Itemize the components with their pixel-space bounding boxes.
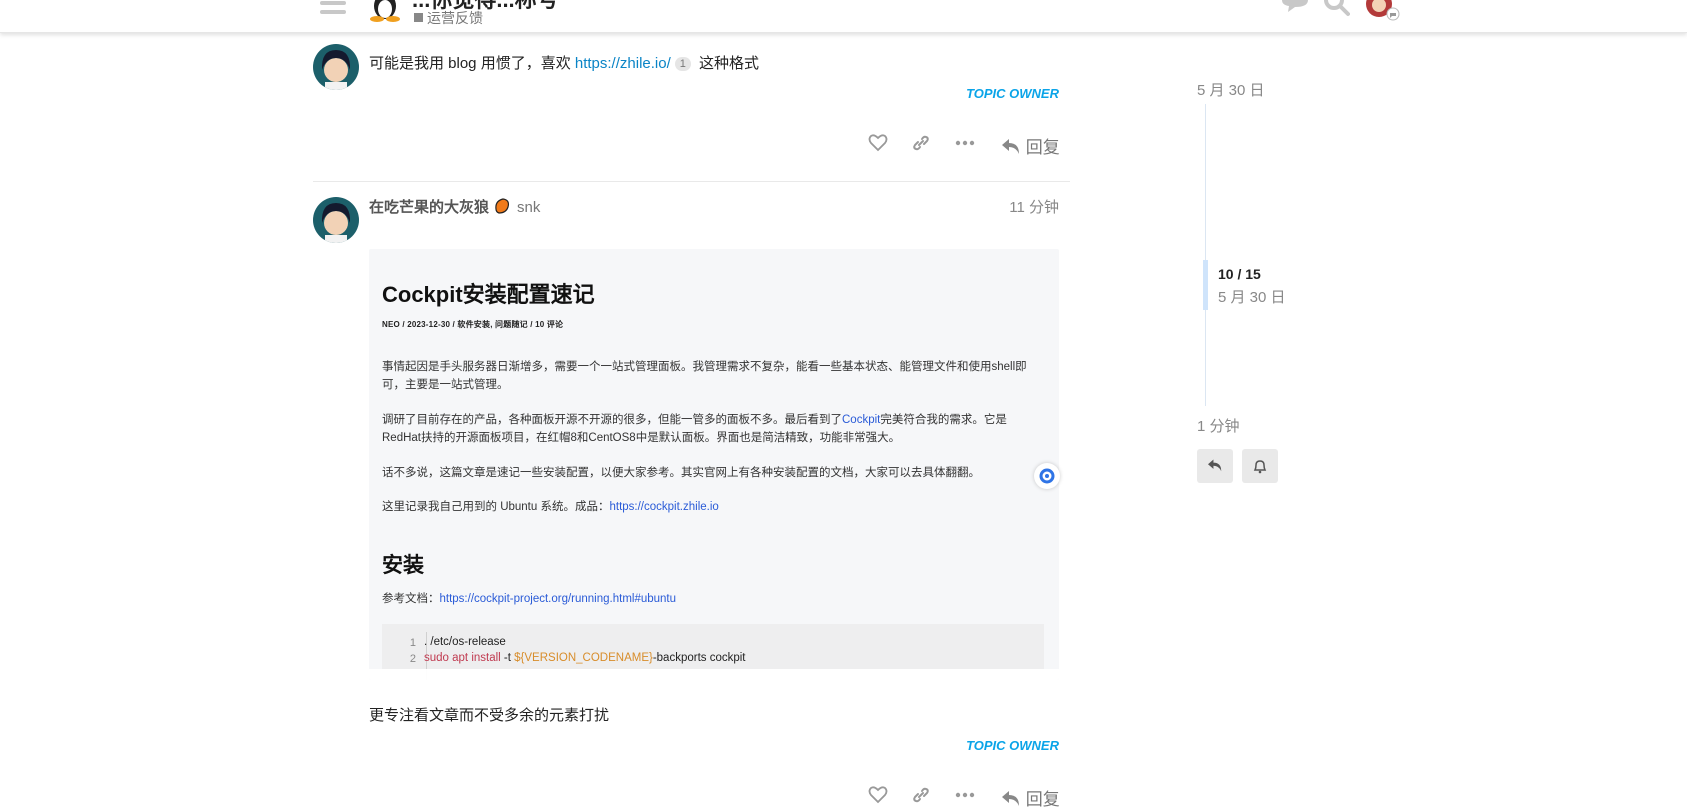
hamburger-icon[interactable] (320, 0, 346, 19)
user-title: snk (517, 199, 541, 216)
floating-widget-icon[interactable] (1034, 463, 1060, 489)
chat-icon[interactable] (1280, 0, 1310, 23)
reply-label: 回复 (1025, 790, 1060, 809)
post-actions: 回复 (868, 133, 1060, 159)
link-icon[interactable] (911, 785, 931, 810)
topic-owner-badge: TOPIC OWNER (966, 738, 1059, 753)
timeline-end-date[interactable]: 1 分钟 (1197, 415, 1240, 436)
post-text: 更专注看文章而不受多余的元素打扰 (369, 707, 610, 724)
timeline-position-date: 5 月 30 日 (1218, 289, 1286, 306)
link-click-count: 1 (674, 57, 691, 71)
timeline-start-date[interactable]: 5 月 30 日 (1197, 79, 1265, 100)
timeline-scrollbar[interactable] (1205, 104, 1206, 406)
bell-icon (1253, 460, 1267, 474)
link-icon[interactable] (911, 133, 931, 158)
category-label: 运营反馈 (427, 10, 483, 26)
avatar[interactable] (313, 197, 359, 243)
post-body: 可能是我用 blog 用惯了，喜欢 https://zhile.io/1 这种格… (369, 52, 759, 73)
post-author[interactable]: 在吃芒果的大灰狼 snk (369, 196, 540, 219)
onebox-paragraph: 事情起因是手头服务器日渐增多，需要一个一站式管理面板。我管理需求不复杂，能看一些… (382, 361, 1027, 391)
code-line: . /etc/os-release (424, 636, 506, 648)
onebox-text: 这里记录我自己用到的 Ubuntu 系统。成品： (382, 501, 610, 513)
onebox-link[interactable]: Cockpit (842, 414, 880, 426)
onebox-reference: 参考文档：https://cockpit-project.org/running… (382, 590, 1042, 608)
onebox-text: 调研了目前存在的产品，各种面板开源不开源的很多，但能一管多的面板不多。最后看到了 (382, 414, 842, 426)
code-line: sudo apt install -t ${VERSION_CODENAME}-… (424, 652, 746, 664)
onebox-fade (369, 669, 1059, 680)
user-flair-icon (493, 197, 511, 219)
site-logo[interactable] (368, 0, 402, 22)
like-icon[interactable] (868, 785, 888, 810)
onebox-paragraph: 这里记录我自己用到的 Ubuntu 系统。成品：https://cockpit.… (382, 498, 1042, 516)
notification-button[interactable] (1242, 449, 1278, 483)
post-date[interactable]: 11 分钟 (1009, 196, 1059, 217)
code-rest: -backports cockpit (652, 652, 746, 664)
onebox-title: Cockpit安装配置速记 (382, 282, 595, 307)
onebox-paragraph: 话不多说，这篇文章是速记一些安装配置，以便大家参考。其实官网上有各种安装配置的文… (382, 467, 980, 479)
topic-owner-badge: TOPIC OWNER (966, 86, 1059, 101)
code-flag: -t (500, 652, 515, 664)
username[interactable]: 在吃芒果的大灰狼 (369, 199, 489, 216)
onebox-link[interactable]: https://cockpit.zhile.io (609, 501, 718, 513)
onebox-paragraph: 调研了目前存在的产品，各种面板开源不开源的很多，但能一管多的面板不多。最后看到了… (382, 411, 1042, 447)
post-text: 可能是我用 blog 用惯了，喜欢 (369, 55, 575, 72)
link-preview-onebox[interactable]: Cockpit安装配置速记 NEO / 2023-12-30 / 软件安装, 问… (369, 249, 1059, 680)
code-command: sudo apt install (424, 652, 501, 664)
post-link[interactable]: https://zhile.io/ (575, 55, 671, 72)
onebox-heading: 安装 (382, 554, 424, 577)
category-color-icon (414, 13, 423, 22)
site-header: ...你觉得...称号 运营反馈 (0, 0, 1687, 33)
onebox-text: 参考文档： (382, 593, 440, 605)
timeline-handle[interactable] (1203, 260, 1208, 310)
code-line-number: 2 (409, 653, 416, 665)
code-line-number: 1 (409, 637, 416, 649)
timeline-reply-button[interactable] (1197, 449, 1233, 483)
timeline-position: 10 / 15 (1218, 266, 1261, 282)
code-variable: ${VERSION_CODENAME} (514, 652, 653, 664)
avatar[interactable] (313, 44, 359, 90)
more-icon[interactable] (955, 133, 975, 158)
reply-label: 回复 (1025, 138, 1060, 157)
post-actions: 回复 (868, 785, 1060, 811)
reply-button[interactable]: 回复 (1001, 785, 1060, 810)
search-icon[interactable] (1324, 0, 1350, 25)
category-badge[interactable]: 运营反馈 (414, 8, 483, 28)
reply-button[interactable]: 回复 (1001, 133, 1060, 158)
user-avatar[interactable] (1364, 0, 1402, 27)
more-icon[interactable] (955, 785, 975, 810)
reply-icon (1002, 139, 1019, 154)
post-text-end: 这种格式 (694, 55, 760, 72)
reply-icon (1002, 791, 1019, 806)
post-divider (313, 181, 1070, 182)
onebox-meta: NEO / 2023-12-30 / 软件安装, 问题随记 / 10 评论 (382, 320, 564, 329)
onebox-link[interactable]: https://cockpit-project.org/running.html… (440, 593, 677, 605)
like-icon[interactable] (868, 133, 888, 158)
reply-icon (1208, 459, 1222, 472)
